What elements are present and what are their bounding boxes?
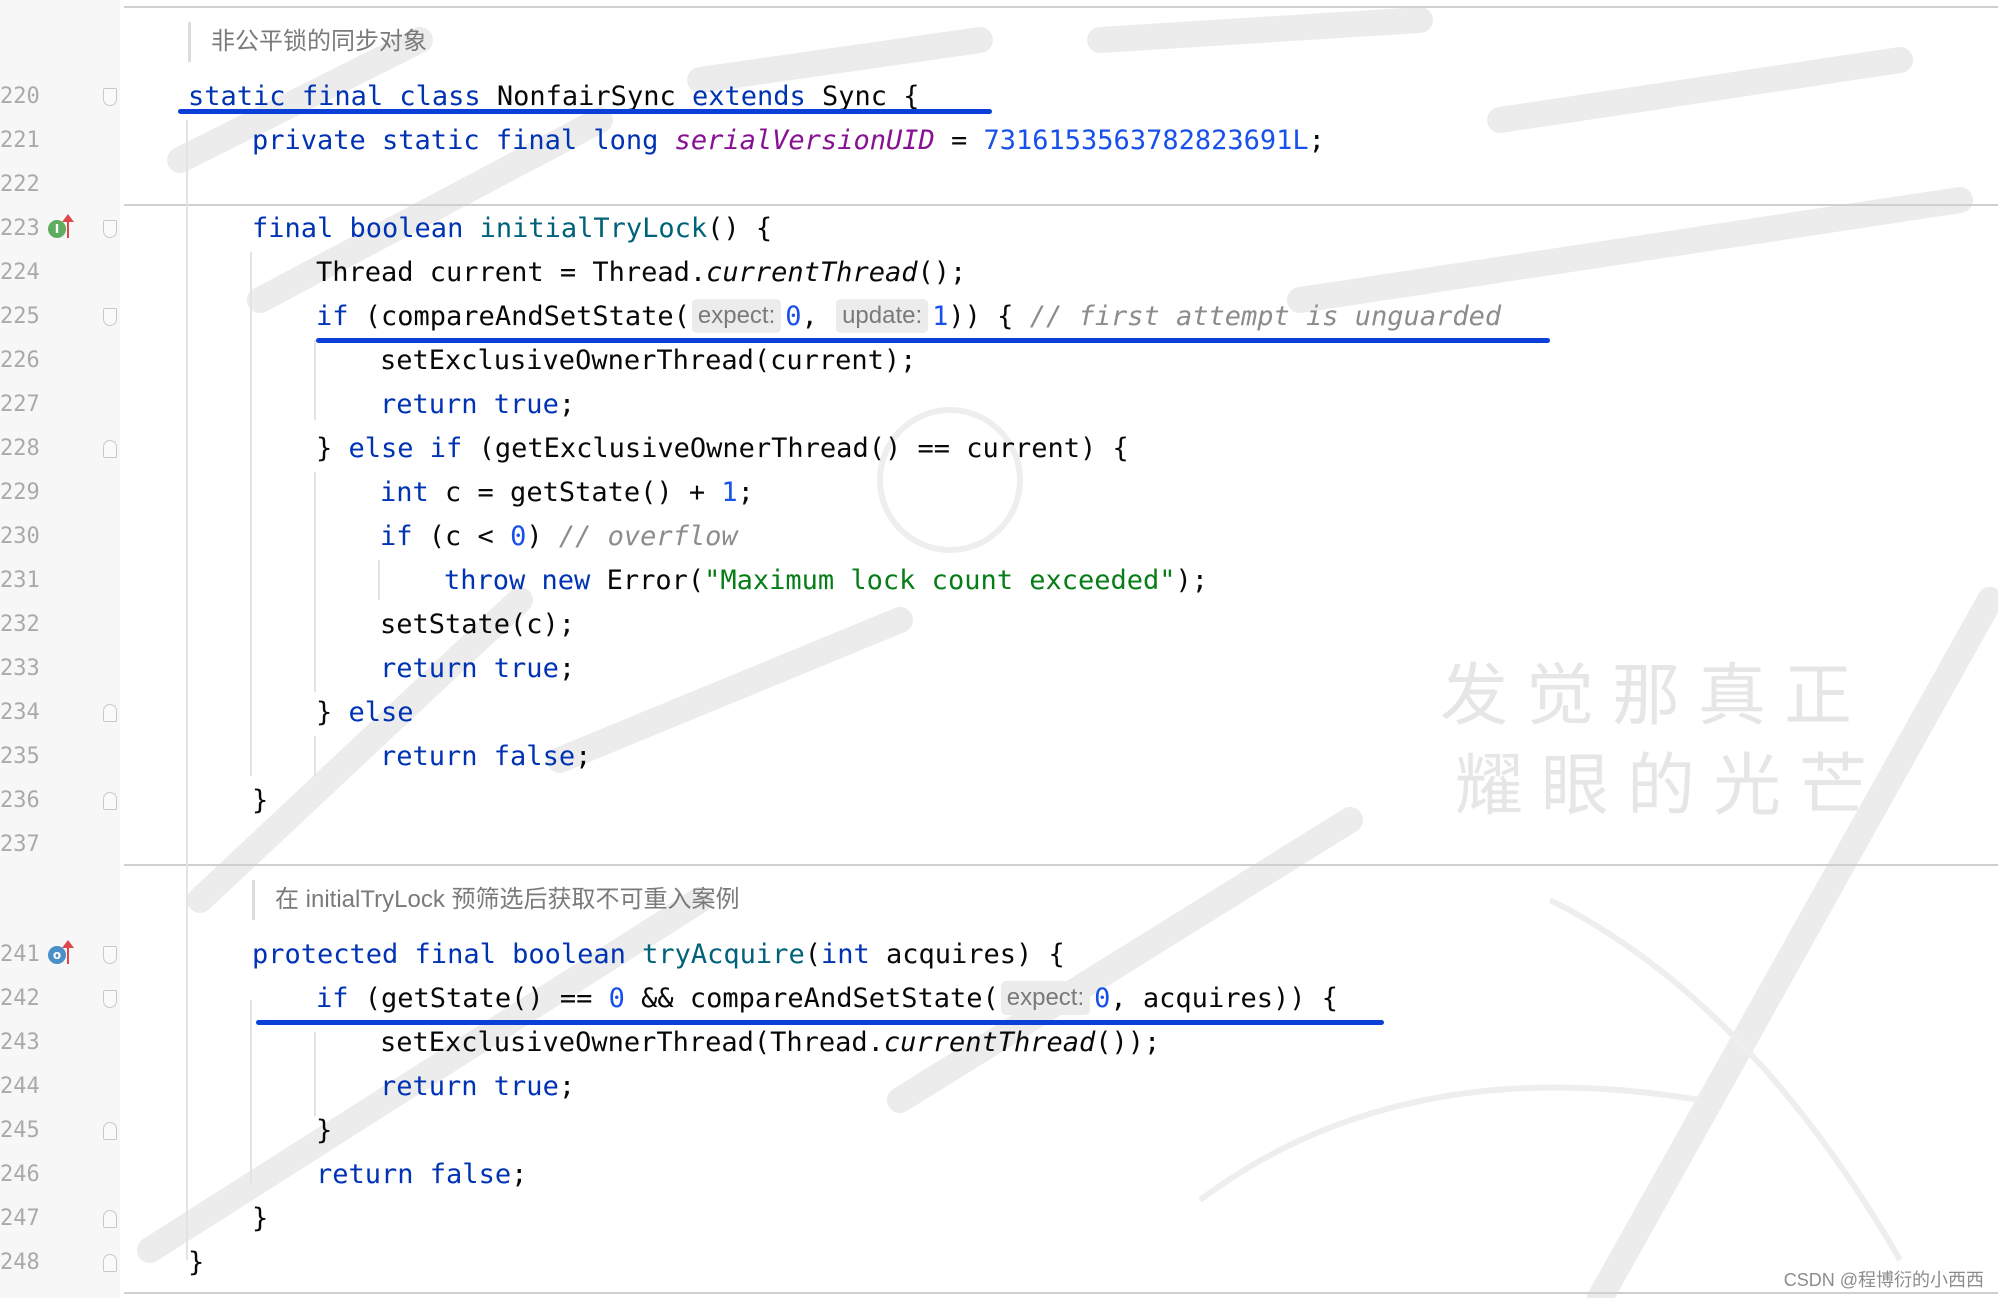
line-number: 246 bbox=[0, 1162, 40, 1187]
line-number: 228 bbox=[0, 436, 40, 461]
code-line-233: return true; bbox=[380, 653, 576, 684]
line-number: 225 bbox=[0, 304, 40, 329]
code-line-246: return false; bbox=[316, 1159, 528, 1190]
fold-collapse-icon[interactable] bbox=[103, 88, 117, 106]
line-number: 231 bbox=[0, 568, 40, 593]
indent-guide bbox=[250, 1000, 252, 1184]
code-line-235: return false; bbox=[380, 741, 592, 772]
code-line-248: } bbox=[188, 1247, 205, 1278]
indent-guide bbox=[378, 560, 380, 600]
code-line-247: } bbox=[252, 1203, 269, 1234]
line-number: 241 bbox=[0, 942, 40, 967]
parameter-hint: expect: bbox=[1000, 981, 1091, 1015]
indent-guide bbox=[314, 736, 316, 776]
code-line-241: protected final boolean tryAcquire(int a… bbox=[252, 939, 1065, 970]
line-number: 235 bbox=[0, 744, 40, 769]
code-line-242: if (getState() == 0 && compareAndSetStat… bbox=[316, 981, 1338, 1015]
line-number: 244 bbox=[0, 1074, 40, 1099]
fold-expand-icon[interactable] bbox=[103, 1122, 117, 1140]
indent-guide bbox=[314, 340, 316, 420]
line-number: 220 bbox=[0, 84, 40, 109]
line-number: 223 bbox=[0, 216, 40, 241]
overrides-up-arrow-icon[interactable] bbox=[62, 940, 74, 964]
fold-collapse-icon[interactable] bbox=[103, 946, 117, 964]
method-separator bbox=[124, 864, 1998, 866]
annotation-underline bbox=[316, 338, 1550, 343]
line-number: 227 bbox=[0, 392, 40, 417]
code-line-225: if (compareAndSetState(expect: 0, update:… bbox=[316, 299, 1502, 333]
code-line-243: setExclusiveOwnerThread(Thread.currentTh… bbox=[380, 1027, 1161, 1058]
code-line-231: throw new Error("Maximum lock count exce… bbox=[444, 565, 1209, 596]
parameter-hint: expect: bbox=[691, 299, 782, 333]
line-number: 245 bbox=[0, 1118, 40, 1143]
fold-expand-icon[interactable] bbox=[103, 792, 117, 810]
editor-gutter: 220 221 222 223 224 225 226 227 228 229 … bbox=[0, 0, 120, 1298]
line-number: 237 bbox=[0, 832, 40, 857]
code-line-221: private static final long serialVersionU… bbox=[252, 125, 1325, 156]
line-number: 229 bbox=[0, 480, 40, 505]
watermark-text-2: 耀眼的光芒 bbox=[1455, 747, 1886, 826]
code-line-236: } bbox=[252, 785, 269, 816]
line-number: 224 bbox=[0, 260, 40, 285]
watermark-text-1: 发觉那真正 bbox=[1440, 657, 1871, 736]
code-line-224: Thread current = Thread.currentThread(); bbox=[316, 257, 967, 288]
indent-guide bbox=[314, 1032, 316, 1116]
fold-collapse-icon[interactable] bbox=[103, 308, 117, 326]
code-line-244: return true; bbox=[380, 1071, 576, 1102]
fold-expand-icon[interactable] bbox=[103, 1254, 117, 1272]
code-line-230: if (c < 0) // overflow bbox=[380, 521, 738, 552]
indent-guide bbox=[186, 120, 188, 1260]
fold-expand-icon[interactable] bbox=[103, 1210, 117, 1228]
indent-guide bbox=[314, 472, 316, 692]
fold-collapse-icon[interactable] bbox=[103, 220, 117, 238]
line-number: 230 bbox=[0, 524, 40, 549]
code-line-232: setState(c); bbox=[380, 609, 576, 640]
annotation-underline bbox=[256, 1020, 1384, 1025]
doc-comment: 非公平锁的同步对象 bbox=[188, 22, 427, 62]
code-line-229: int c = getState() + 1; bbox=[380, 477, 754, 508]
annotation-underline bbox=[178, 109, 992, 114]
code-line-226: setExclusiveOwnerThread(current); bbox=[380, 345, 917, 376]
overrides-method-icon[interactable]: o bbox=[48, 946, 66, 964]
line-number: 248 bbox=[0, 1250, 40, 1275]
line-number: 222 bbox=[0, 172, 40, 197]
indent-guide bbox=[250, 252, 252, 776]
code-line-228: } else if (getExclusiveOwnerThread() == … bbox=[316, 433, 1129, 464]
parameter-hint: update: bbox=[836, 299, 929, 333]
line-number: 247 bbox=[0, 1206, 40, 1231]
line-number: 234 bbox=[0, 700, 40, 725]
code-line-234: } else bbox=[316, 697, 414, 728]
method-separator bbox=[124, 6, 1998, 8]
implements-method-icon[interactable]: I bbox=[48, 220, 66, 238]
code-line-223: final boolean initialTryLock() { bbox=[252, 213, 773, 244]
line-number: 243 bbox=[0, 1030, 40, 1055]
credit-watermark: CSDN @程博衍的小西西 bbox=[1783, 1270, 1984, 1290]
line-number: 232 bbox=[0, 612, 40, 637]
line-number: 221 bbox=[0, 128, 40, 153]
method-separator bbox=[124, 204, 1998, 206]
code-line-227: return true; bbox=[380, 389, 576, 420]
method-separator bbox=[124, 1292, 1998, 1294]
line-number: 242 bbox=[0, 986, 40, 1011]
line-number: 236 bbox=[0, 788, 40, 813]
code-line-245: } bbox=[316, 1115, 333, 1146]
overrides-up-arrow-icon[interactable] bbox=[62, 214, 74, 238]
fold-expand-icon[interactable] bbox=[103, 440, 117, 458]
doc-comment: 在 initialTryLock 预筛选后获取不可重入案例 bbox=[252, 880, 739, 920]
line-number: 226 bbox=[0, 348, 40, 373]
fold-expand-icon[interactable] bbox=[103, 704, 117, 722]
fold-collapse-icon[interactable] bbox=[103, 990, 117, 1008]
line-number: 233 bbox=[0, 656, 40, 681]
